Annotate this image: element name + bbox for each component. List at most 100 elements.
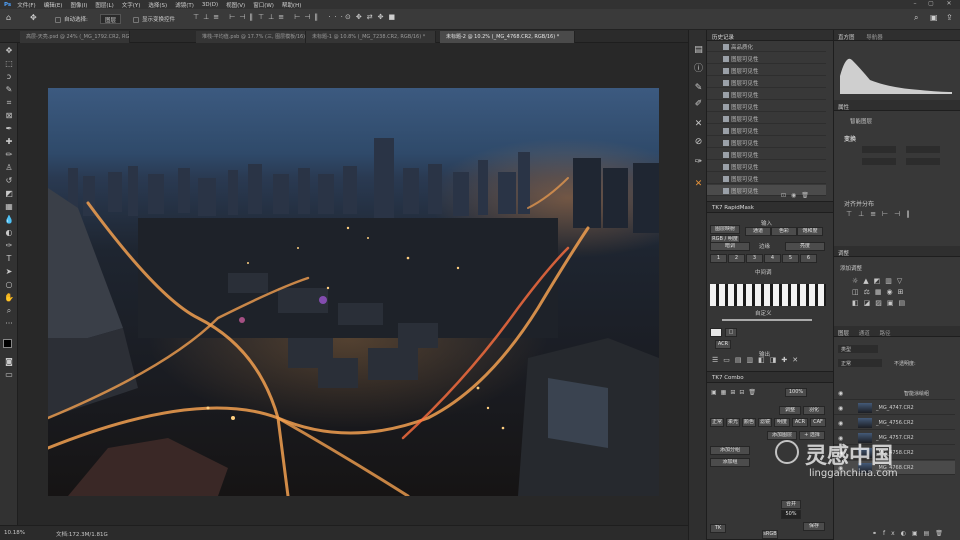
eye-icon[interactable]: ◉: [838, 465, 843, 472]
maximize-icon[interactable]: ▢: [924, 0, 938, 9]
lasso-tool-icon[interactable]: ↄ: [3, 71, 15, 82]
stamp-tool-icon[interactable]: ♙: [3, 162, 15, 173]
tab-layers[interactable]: 图层: [838, 331, 849, 337]
menu-view[interactable]: 视图(V): [226, 1, 245, 9]
history-item[interactable]: 图层可见性: [707, 173, 826, 184]
dark-tone-button[interactable]: 暗调: [710, 242, 750, 251]
layer-map-button[interactable]: 图层映射: [710, 225, 740, 234]
actions-panel-icon[interactable]: ✐: [693, 98, 704, 109]
width-field[interactable]: [862, 146, 896, 153]
history-item[interactable]: 高品质化: [707, 41, 826, 52]
history-item[interactable]: 图层可见性: [707, 161, 826, 172]
add-select-button[interactable]: + 选择: [799, 431, 825, 440]
number-button-1[interactable]: 1: [710, 254, 727, 263]
history-item[interactable]: 图层可见性: [707, 53, 826, 64]
menu-help[interactable]: 帮助(H): [282, 1, 301, 9]
eyedropper-tool-icon[interactable]: ✒: [3, 123, 15, 134]
dodge-tool-icon[interactable]: ◐: [3, 227, 15, 238]
saturation-button[interactable]: 饱和度: [797, 227, 823, 236]
move-tool-icon[interactable]: ✥: [3, 45, 15, 56]
x-field[interactable]: [862, 158, 896, 165]
layer-actions-icons[interactable]: ⚭fx◐▣▤🗑: [872, 530, 949, 537]
tab-histogram[interactable]: 直方图: [838, 35, 855, 41]
menu-select[interactable]: 选择(S): [148, 1, 167, 9]
show-transform-checkbox[interactable]: [133, 17, 139, 23]
history-item[interactable]: 图层可见性: [707, 101, 826, 112]
type-tool-icon[interactable]: T: [3, 253, 15, 264]
number-button-3[interactable]: 3: [746, 254, 763, 263]
canvas-area[interactable]: [19, 43, 688, 525]
quick-mask-icon[interactable]: ◙: [3, 356, 15, 367]
plugin-blue-icon[interactable]: ✕: [693, 118, 704, 129]
brush-panel-icon[interactable]: ✎: [693, 82, 704, 93]
history-panel-icon[interactable]: ▤: [693, 44, 704, 55]
history-item[interactable]: 图层可见性: [707, 89, 826, 100]
acr-label[interactable]: ACR: [715, 340, 731, 349]
menu-file[interactable]: 文件(F): [17, 1, 35, 9]
tk-button[interactable]: TK: [710, 524, 726, 533]
combo-top-icons[interactable]: ▣▦⊞⊟🗑: [711, 389, 760, 396]
add-layer-button[interactable]: 添加图层: [767, 431, 797, 440]
more-tools-icon[interactable]: ···: [3, 318, 15, 329]
layer-select-dropdown[interactable]: 图层: [100, 14, 122, 24]
history-item[interactable]: 图层可见性: [707, 77, 826, 88]
pen-tool-icon[interactable]: ✑: [3, 240, 15, 251]
history-item[interactable]: 图层可见性: [707, 125, 826, 136]
y-field[interactable]: [906, 158, 940, 165]
tab-paths[interactable]: 路径: [880, 331, 891, 337]
minimize-icon[interactable]: –: [908, 0, 922, 9]
history-item[interactable]: 图层可见性: [707, 113, 826, 124]
zoom-tool-icon[interactable]: ⌕: [3, 305, 15, 316]
history-item[interactable]: 图层可见性: [707, 149, 826, 160]
number-button-4[interactable]: 4: [764, 254, 781, 263]
normal-mode-button[interactable]: 正常: [710, 418, 724, 427]
white-tool-icon[interactable]: □: [725, 328, 737, 337]
history-item[interactable]: 图层可见性: [707, 65, 826, 76]
layer-row[interactable]: ◉ _MG_4756.CR2: [834, 416, 955, 430]
frame-tool-icon[interactable]: ⊠: [3, 110, 15, 121]
crop-tool-icon[interactable]: ⌗: [3, 97, 15, 108]
gradient-tool-icon[interactable]: ▦: [3, 201, 15, 212]
marquee-tool-icon[interactable]: ⬚: [3, 58, 15, 69]
workspace-icon[interactable]: ▣: [930, 13, 938, 23]
history-brush-tool-icon[interactable]: ↺: [3, 175, 15, 186]
menu-image[interactable]: 图像(I): [70, 1, 87, 9]
screen-mode-button[interactable]: 滤镜: [758, 418, 772, 427]
acr-button[interactable]: ACR: [792, 418, 808, 427]
foreground-color-swatch[interactable]: [3, 339, 12, 348]
number-button-6[interactable]: 6: [800, 254, 817, 263]
3d-mode-icons[interactable]: ⊙✥⇄✥■: [345, 13, 400, 23]
number-button-5[interactable]: 5: [782, 254, 799, 263]
tab-doc-1[interactable]: 高层-天亮.psd @ 24% (_MG_1792.CR2, RGB/16) *: [20, 31, 130, 43]
layer-row[interactable]: ◉ _MG_4758.CR2: [834, 446, 955, 460]
align-buttons[interactable]: ⊤⊥≡⊢⊣‖: [846, 210, 916, 218]
opacity-value[interactable]: 50%: [781, 510, 801, 519]
layer-group-row[interactable]: ◉ 智能涂绘组: [834, 386, 955, 400]
menu-filter[interactable]: 滤镜(T): [175, 1, 194, 9]
softlight-mode-button[interactable]: 柔光: [726, 418, 740, 427]
menu-window[interactable]: 窗口(W): [253, 1, 274, 9]
distribute-icons[interactable]: ⊤⊥≡ ⊢⊣‖ ···: [258, 13, 347, 23]
merge-button[interactable]: 合并: [781, 500, 801, 509]
tab-channels[interactable]: 通道: [859, 331, 870, 337]
tab-doc-3[interactable]: 未标题-1 @ 10.8% (_MG_7238.CR2, RGB/16) *: [306, 31, 436, 43]
auto-select-checkbox[interactable]: [55, 17, 61, 23]
number-button-2[interactable]: 2: [728, 254, 745, 263]
quick-select-tool-icon[interactable]: ✎: [3, 84, 15, 95]
srgb-button[interactable]: sRGB: [762, 530, 778, 539]
save-button[interactable]: 保存: [803, 522, 825, 531]
tab-navigator[interactable]: 导航器: [866, 35, 883, 41]
white-swatch[interactable]: [710, 328, 722, 337]
menu-3d[interactable]: 3D(D): [202, 2, 218, 8]
search-icon[interactable]: ⌕: [914, 13, 918, 23]
adjust-button[interactable]: 调整: [779, 406, 801, 415]
city-night-photo[interactable]: [48, 88, 659, 496]
caf-button[interactable]: CAF: [810, 418, 826, 427]
layer-row-selected[interactable]: ◉ _MG_4768.CR2: [834, 461, 955, 475]
feather-button[interactable]: 羽化: [803, 406, 825, 415]
adjustment-icons[interactable]: ☼▲◩▥▽ ◫⚖▦◉⊞ ◧◪▨▣▤: [852, 276, 952, 309]
hand-tool-icon[interactable]: ✋: [3, 292, 15, 303]
move-tool-icon[interactable]: ✥: [30, 13, 37, 23]
history-actions-icons[interactable]: ⊡◉🗑: [781, 192, 814, 199]
add-set-button[interactable]: 添加组: [710, 458, 750, 467]
